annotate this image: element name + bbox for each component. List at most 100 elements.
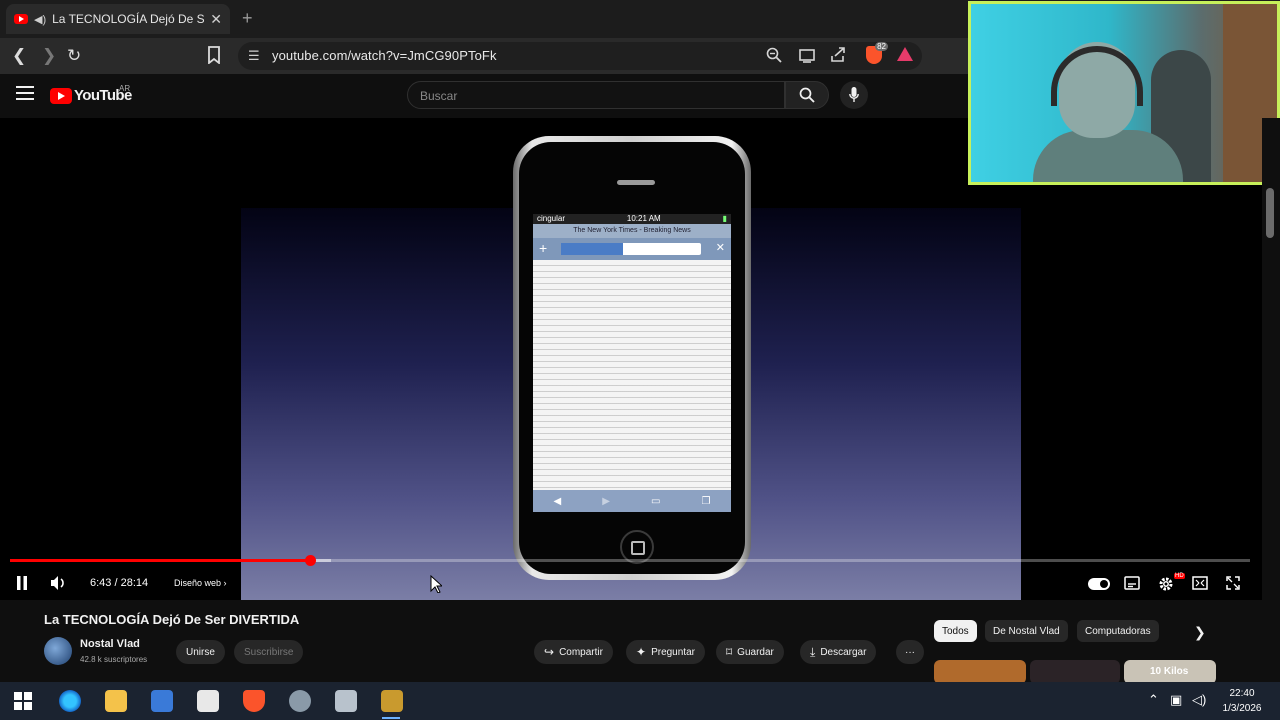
recommended-thumbnail[interactable] xyxy=(1030,660,1120,684)
app-icon-2[interactable] xyxy=(335,690,357,712)
clock-date: 1/3/2026 xyxy=(1222,703,1262,714)
player-controls: 6:43 / 28:14 Diseño web › HD xyxy=(0,570,1280,600)
progress-scrubber[interactable] xyxy=(305,555,317,566)
reload-icon[interactable]: ↻ xyxy=(67,46,81,66)
volume-button[interactable] xyxy=(50,576,66,593)
share-button[interactable]: ↪ Compartir xyxy=(534,640,613,664)
forward-arrow-icon: ▶ xyxy=(602,495,610,507)
phone-toolbar: ◀ ▶ ▭ ❐ xyxy=(533,490,731,512)
pause-button[interactable] xyxy=(16,576,28,593)
phone-earpiece xyxy=(617,180,655,185)
channel-avatar[interactable] xyxy=(44,637,72,665)
forward-icon[interactable]: ❯ xyxy=(42,46,56,66)
voice-search-button[interactable] xyxy=(840,81,868,109)
speaker-icon[interactable]: ◀) xyxy=(34,13,46,26)
chip-todos[interactable]: Todos xyxy=(934,620,977,642)
bookmarks-icon: ▭ xyxy=(650,495,661,507)
bookmark-icon[interactable] xyxy=(207,46,221,69)
subtitles-icon xyxy=(1124,576,1140,590)
time-display: 6:43 / 28:14 xyxy=(90,577,149,589)
more-actions-button[interactable]: ··· xyxy=(896,640,924,664)
store-icon[interactable] xyxy=(151,690,173,712)
edge-icon[interactable] xyxy=(59,690,81,712)
save-label: Guardar xyxy=(737,646,774,658)
chapter-button[interactable]: Diseño web › xyxy=(174,578,227,588)
phone-page-title: The New York Times - Breaking News xyxy=(533,224,731,238)
chips-next-icon[interactable]: ❯ xyxy=(1194,624,1206,641)
progress-played xyxy=(10,559,311,562)
webcam-overlay xyxy=(968,1,1280,185)
fullscreen-button[interactable] xyxy=(1226,576,1240,593)
windows-start-icon[interactable] xyxy=(14,692,32,710)
windows-taskbar: ⌃ ▣ ◁) 22:40 1/3/2026 xyxy=(0,682,1280,720)
phone-clock: 10:21 AM xyxy=(626,214,661,223)
autoplay-toggle[interactable] xyxy=(1088,578,1110,590)
cast-icon[interactable] xyxy=(799,47,815,67)
scrollbar-thumb[interactable] xyxy=(1266,188,1274,238)
tab-close-icon[interactable]: ✕ xyxy=(210,11,222,28)
brave-rewards-icon[interactable] xyxy=(897,47,913,61)
search-icon xyxy=(799,87,815,103)
site-settings-icon[interactable]: ☰ xyxy=(248,48,260,64)
new-tab-button[interactable]: + xyxy=(242,8,253,29)
chip-computadoras[interactable]: Computadoras xyxy=(1077,620,1159,642)
progress-bar[interactable] xyxy=(10,555,1250,566)
join-button[interactable]: Unirse xyxy=(176,640,225,664)
pause-icon xyxy=(17,576,27,590)
app-icon[interactable] xyxy=(289,690,311,712)
menu-icon[interactable] xyxy=(16,86,34,100)
volume-icon xyxy=(51,576,64,590)
country-code: AR xyxy=(119,84,131,93)
recommended-thumbnail[interactable] xyxy=(934,660,1026,684)
phone-screen: cingular 10:21 AM ▮ The New York Times -… xyxy=(533,214,731,512)
battery-icon: ▮ xyxy=(722,214,727,223)
system-clock[interactable]: 22:40 1/3/2026 xyxy=(1214,686,1270,716)
save-button[interactable]: ⌑ Guardar xyxy=(716,640,784,664)
share-icon[interactable] xyxy=(830,47,846,67)
gear-icon xyxy=(1159,577,1173,591)
miniplayer-button[interactable] xyxy=(1192,576,1208,593)
download-label: Descargar xyxy=(820,646,867,658)
recommended-thumbnail[interactable]: 10 Kilos xyxy=(1124,660,1216,684)
address-bar[interactable]: ☰ youtube.com/watch?v=JmCG90PToFk xyxy=(238,42,922,70)
browser-tab-youtube[interactable]: ◀) La TECNOLOGÍA Dejó De Ser DIVERTIDA ✕ xyxy=(6,4,230,34)
chip-channel[interactable]: De Nostal Vlad xyxy=(985,620,1068,642)
brave-shield-icon[interactable]: 82 xyxy=(866,42,888,64)
fullscreen-icon xyxy=(1226,576,1240,590)
brave-icon[interactable] xyxy=(243,690,265,712)
search-button[interactable] xyxy=(785,81,829,109)
phone-carrier: cingular xyxy=(537,214,566,223)
plus-icon: + xyxy=(539,240,548,256)
video-title: La TECNOLOGÍA Dejó De Ser DIVERTIDA xyxy=(44,612,300,627)
hd-badge: HD xyxy=(1174,573,1185,579)
youtube-favicon-icon xyxy=(14,14,28,24)
subscribe-button[interactable]: Suscribirse xyxy=(234,640,304,664)
speaker-volume-icon[interactable]: ◁) xyxy=(1192,692,1206,708)
share-arrow-icon: ↪ xyxy=(544,645,555,659)
shield-badge: 82 xyxy=(875,42,888,51)
youtube-logo-icon[interactable] xyxy=(50,88,72,104)
iphone-image: cingular 10:21 AM ▮ The New York Times -… xyxy=(513,136,751,580)
search-input[interactable]: Buscar xyxy=(407,81,785,109)
back-icon[interactable]: ❮ xyxy=(12,46,26,66)
settings-button[interactable] xyxy=(1158,576,1174,595)
network-icon[interactable]: ▣ xyxy=(1170,692,1182,708)
mail-icon[interactable] xyxy=(197,690,219,712)
phone-address-bar: + ✕ xyxy=(533,238,731,260)
ask-label: Preguntar xyxy=(651,646,695,658)
tray-overflow-icon[interactable]: ⌃ xyxy=(1148,692,1159,708)
obs-studio-icon[interactable] xyxy=(381,690,403,712)
close-icon: ✕ xyxy=(715,242,725,254)
channel-name[interactable]: Nostal Vlad xyxy=(80,638,140,650)
download-button[interactable]: ⤓ Descargar xyxy=(800,640,877,664)
phone-webpage-content xyxy=(533,260,731,490)
page-scrollbar[interactable] xyxy=(1262,118,1280,680)
file-explorer-icon[interactable] xyxy=(105,690,127,712)
url-text[interactable]: youtube.com/watch?v=JmCG90PToFk xyxy=(272,48,497,63)
zoom-icon[interactable] xyxy=(766,47,782,67)
ask-button[interactable]: ✦ Preguntar xyxy=(626,640,705,664)
subtitles-button[interactable] xyxy=(1124,576,1140,593)
video-player[interactable]: cingular 10:21 AM ▮ The New York Times -… xyxy=(0,118,1280,600)
miniplayer-icon xyxy=(1192,576,1208,590)
microphone-icon xyxy=(849,87,859,102)
